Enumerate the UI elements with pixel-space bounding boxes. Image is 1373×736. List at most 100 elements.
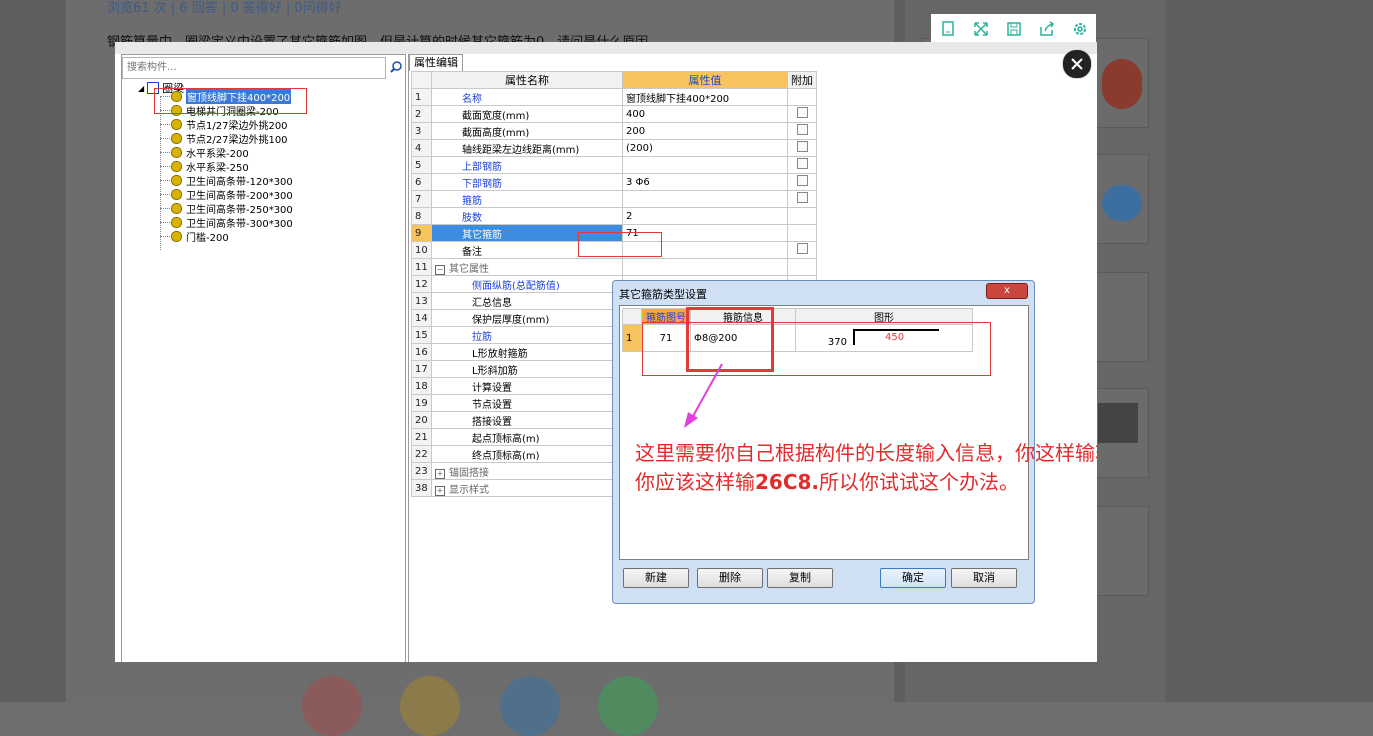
property-name: 下部钢筋 [431, 173, 623, 191]
property-name: + 显示样式 [431, 479, 623, 497]
expand-icon[interactable] [970, 18, 992, 40]
collapse-toggle-icon[interactable]: − [435, 264, 445, 275]
component-search-field[interactable] [122, 57, 386, 79]
expand-toggle-icon[interactable]: + [435, 485, 445, 496]
checkbox[interactable] [796, 192, 808, 203]
extra-cell [787, 224, 817, 242]
annotation-line-1: 这里需要你自己根据构件的长度输入信息，你这样输软件计算不出根数， [635, 441, 1097, 465]
component-node-icon [171, 174, 182, 186]
tab-property-edit[interactable]: 属性编辑 [409, 54, 463, 71]
save-icon[interactable] [1003, 18, 1025, 40]
property-value[interactable]: 2 [622, 207, 788, 225]
dialog-grid-area: 箍筋图号 箍筋信息 图形 1 71 Φ8@200 370 450 [619, 305, 1029, 560]
row-number: 6 [411, 173, 432, 191]
row-number: 22 [411, 445, 432, 463]
new-button[interactable]: 新建 [623, 568, 689, 588]
table-row[interactable]: 3 截面高度(mm) 200 [411, 122, 817, 140]
checkbox[interactable] [796, 141, 808, 152]
tree-item[interactable]: 水平系梁-250 [160, 159, 249, 174]
row-number: 3 [411, 122, 432, 140]
ok-button[interactable]: 确定 [880, 568, 946, 588]
tree-item[interactable]: 卫生间高条带-200*300 [160, 187, 293, 202]
property-value[interactable] [622, 258, 788, 276]
extra-cell [787, 173, 817, 191]
row-number: 19 [411, 394, 432, 412]
property-value[interactable]: (200) [622, 139, 788, 157]
close-icon [1071, 58, 1083, 70]
checkbox[interactable] [796, 158, 808, 169]
row-number: 10 [411, 241, 432, 259]
highlight-box-tree [154, 88, 307, 114]
tree-item[interactable]: 节点2/27梁边外挑100 [160, 131, 288, 146]
table-row[interactable]: 1 名称 窗顶线脚下挂400*200 [411, 88, 817, 106]
dialog-title: 其它箍筋类型设置 [619, 288, 707, 301]
property-value[interactable]: 200 [622, 122, 788, 140]
extra-cell [787, 105, 817, 123]
tree-item[interactable]: 卫生间高条带-300*300 [160, 215, 293, 230]
property-value[interactable]: 400 [622, 105, 788, 123]
pointer-arrow-icon [684, 363, 723, 428]
screenshot-top-strip [115, 42, 1097, 54]
settings-icon[interactable] [1069, 18, 1091, 40]
property-name: 起点顶标高(m) [431, 428, 623, 446]
share-icon[interactable] [1036, 18, 1058, 40]
expand-toggle-icon[interactable]: + [435, 468, 445, 479]
property-name: L形斜加筋 [431, 360, 623, 378]
cancel-button[interactable]: 取消 [951, 568, 1017, 588]
delete-button[interactable]: 删除 [697, 568, 763, 588]
property-name: 拉筋 [431, 326, 623, 344]
extra-cell [787, 207, 817, 225]
property-value[interactable]: 窗顶线脚下挂400*200 [622, 88, 788, 106]
property-name: 箍筋 [431, 190, 623, 208]
tree-item[interactable]: 卫生间高条带-120*300 [160, 173, 293, 188]
property-name: 汇总信息 [431, 292, 623, 310]
star-button[interactable] [400, 676, 460, 736]
checkbox[interactable] [796, 243, 808, 254]
property-value[interactable] [622, 156, 788, 174]
component-node-icon [171, 146, 182, 158]
answer-annotation: 这里需要你自己根据构件的长度输入信息，你这样输软件计算不出根数， 你应该这样输2… [635, 439, 1097, 497]
property-name: 名称 [431, 88, 623, 106]
extra-cell [787, 190, 817, 208]
tree-item[interactable]: 卫生间高条带-250*300 [160, 201, 293, 216]
table-row[interactable]: 2 截面宽度(mm) 400 [411, 105, 817, 123]
property-name: 上部钢筋 [431, 156, 623, 174]
tree-item[interactable]: 门槛-200 [160, 229, 229, 244]
qr-code-icon [1098, 403, 1138, 443]
property-name: 肢数 [431, 207, 623, 225]
copy-button[interactable]: 复制 [767, 568, 833, 588]
share-fab-button[interactable] [598, 676, 658, 736]
row-number: 14 [411, 309, 432, 327]
edit-button[interactable] [500, 676, 560, 736]
table-row[interactable]: 4 轴线距梁左边线距离(mm) (200) [411, 139, 817, 157]
highlight-box-value [578, 232, 662, 257]
table-row[interactable]: 5 上部钢筋 [411, 156, 817, 174]
tree-item[interactable]: 水平系梁-200 [160, 145, 249, 160]
table-row[interactable]: 7 箍筋 [411, 190, 817, 208]
table-row[interactable]: 6 下部钢筋 3 Φ6 [411, 173, 817, 191]
table-row[interactable]: 11− 其它属性 [411, 258, 817, 276]
page-icon[interactable] [937, 18, 959, 40]
component-tree-pane: ◢ 圈梁 窗顶线脚下挂400*200 电梯井门洞圈梁-200 节点1/27梁边外… [121, 54, 406, 662]
table-row[interactable]: 8 肢数 2 [411, 207, 817, 225]
search-icon[interactable] [388, 58, 404, 76]
property-name: 侧面纵筋(总配筋值) [431, 275, 623, 293]
cloud-upload-icon [1102, 185, 1142, 221]
question-stats: 浏览61 次 | 6 回答 | 0 答得好 | 0问得好 [107, 1, 342, 16]
property-value[interactable] [622, 190, 788, 208]
component-search-input[interactable] [123, 58, 381, 76]
checkbox[interactable] [796, 107, 808, 118]
header-property-name: 属性名称 [431, 71, 623, 89]
dialog-close-button[interactable]: x [986, 283, 1028, 299]
collapse-arrow-icon[interactable]: ◢ [138, 84, 144, 93]
like-button[interactable] [302, 676, 362, 736]
question-screenshot-image: ◢ 圈梁 窗顶线脚下挂400*200 电梯井门洞圈梁-200 节点1/27梁边外… [115, 42, 1097, 662]
row-number: 11 [411, 258, 432, 276]
tree-item[interactable]: 节点1/27梁边外挑200 [160, 117, 288, 132]
checkbox[interactable] [796, 124, 808, 135]
checkbox[interactable] [796, 175, 808, 186]
property-value[interactable]: 3 Φ6 [622, 173, 788, 191]
grid-header-row: 属性名称 属性值 附加 [411, 71, 817, 89]
viewer-close-button[interactable] [1062, 49, 1092, 79]
logo-icon [1102, 59, 1142, 109]
